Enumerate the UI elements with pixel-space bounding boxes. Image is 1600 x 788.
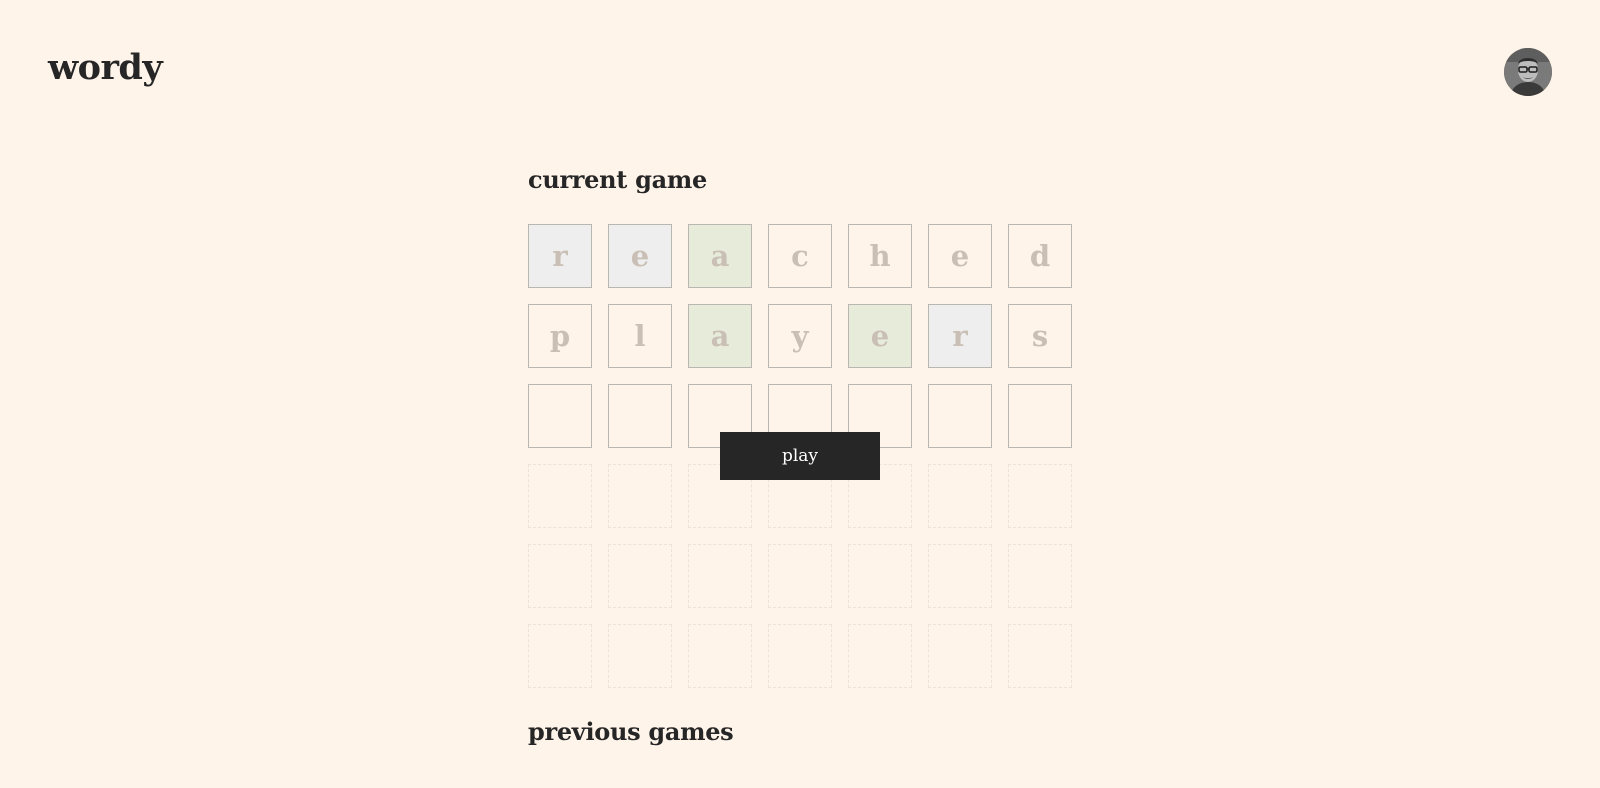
user-avatar[interactable] <box>1504 48 1552 96</box>
tile-r1-c3: a <box>688 224 752 288</box>
tile-r2-c1: p <box>528 304 592 368</box>
tile-r4-c2 <box>608 464 672 528</box>
tile-r3-c1[interactable] <box>528 384 592 448</box>
tile-r1-c2: e <box>608 224 672 288</box>
tile-r2-c2: l <box>608 304 672 368</box>
tile-r5-c4 <box>768 544 832 608</box>
tile-r3-c2[interactable] <box>608 384 672 448</box>
tile-r6-c7 <box>1008 624 1072 688</box>
board-row-2: players <box>528 304 1072 368</box>
tile-r6-c1 <box>528 624 592 688</box>
tile-r1-c4: c <box>768 224 832 288</box>
tile-r2-c5: e <box>848 304 912 368</box>
board-row-6 <box>528 624 1072 688</box>
tile-r5-c5 <box>848 544 912 608</box>
tile-r5-c6 <box>928 544 992 608</box>
tile-r2-c4: y <box>768 304 832 368</box>
tile-r3-c7[interactable] <box>1008 384 1072 448</box>
tile-r1-c1: r <box>528 224 592 288</box>
previous-games-heading: previous games <box>528 717 734 746</box>
tile-r1-c5: h <box>848 224 912 288</box>
tile-r6-c5 <box>848 624 912 688</box>
tile-r6-c6 <box>928 624 992 688</box>
tile-r4-c7 <box>1008 464 1072 528</box>
avatar-photo <box>1504 48 1552 96</box>
tile-r4-c6 <box>928 464 992 528</box>
tile-r6-c4 <box>768 624 832 688</box>
tile-r2-c7: s <box>1008 304 1072 368</box>
tile-r1-c6: e <box>928 224 992 288</box>
tile-r5-c3 <box>688 544 752 608</box>
app-logo[interactable]: wordy <box>48 50 163 85</box>
board-row-1: reached <box>528 224 1072 288</box>
board-row-5 <box>528 544 1072 608</box>
tile-r1-c7: d <box>1008 224 1072 288</box>
tile-r5-c1 <box>528 544 592 608</box>
tile-r2-c3: a <box>688 304 752 368</box>
tile-r5-c2 <box>608 544 672 608</box>
play-button[interactable]: play <box>720 432 880 480</box>
tile-r6-c2 <box>608 624 672 688</box>
current-game-heading: current game <box>528 165 707 194</box>
tile-r2-c6: r <box>928 304 992 368</box>
tile-r3-c6[interactable] <box>928 384 992 448</box>
tile-r4-c1 <box>528 464 592 528</box>
tile-r5-c7 <box>1008 544 1072 608</box>
tile-r6-c3 <box>688 624 752 688</box>
